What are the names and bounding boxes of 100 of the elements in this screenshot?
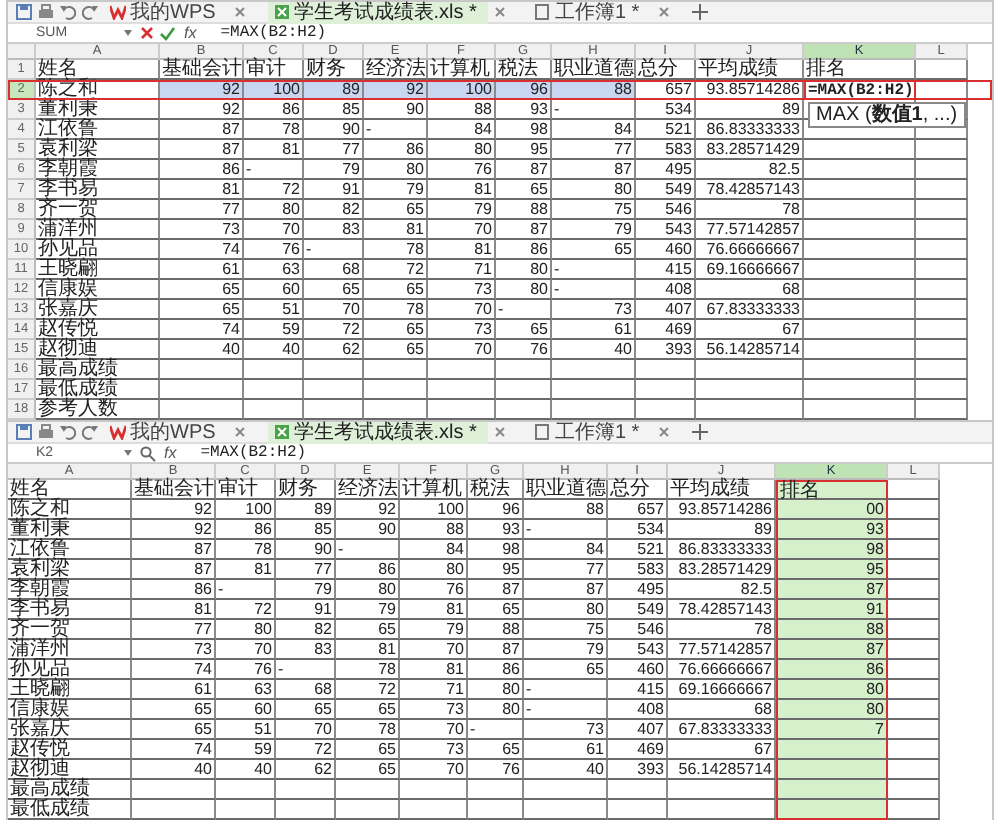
table-cell: 469 [636, 320, 696, 340]
check-icon[interactable] [160, 25, 176, 41]
table-cell: 70 [400, 640, 468, 660]
table-cell: 70 [400, 720, 468, 740]
plus-icon[interactable] [691, 4, 708, 20]
file-tab[interactable]: 我的WPS [104, 1, 228, 23]
function-button[interactable]: fx [164, 443, 177, 463]
table-cell: 00 [776, 500, 888, 520]
table-cell: - [552, 100, 636, 120]
table-cell: - [276, 660, 336, 680]
redo-icon[interactable] [82, 424, 98, 440]
print-icon[interactable] [38, 424, 54, 440]
table-cell: 78.42857143 [696, 180, 804, 200]
table-cell: 86 [160, 160, 244, 180]
undo-icon[interactable] [60, 4, 76, 20]
table-cell: - [524, 520, 608, 540]
close-icon[interactable] [233, 6, 246, 18]
table-cell: 80 [244, 200, 304, 220]
table-cell: 76 [244, 240, 304, 260]
file-tab[interactable]: 学生考试成绩表.xls * [267, 421, 489, 443]
plus-icon[interactable] [691, 424, 708, 440]
table-cell: 70 [244, 220, 304, 240]
search-icon[interactable] [140, 445, 156, 461]
table-cell: 583 [608, 560, 668, 580]
table-cell: 87 [468, 580, 524, 600]
table-cell: 59 [216, 740, 276, 760]
empty-cell [916, 260, 968, 280]
file-tab[interactable]: 工作簿1 * [528, 1, 652, 23]
table-cell: 81 [160, 180, 244, 200]
table-cell: 74 [160, 320, 244, 340]
empty-cell [132, 780, 216, 800]
save-icon[interactable] [16, 4, 32, 20]
column-title: 排名 [804, 60, 916, 80]
w-logo-icon[interactable] [110, 424, 126, 440]
table-cell: 98 [776, 540, 888, 560]
table-cell: 92 [160, 100, 244, 120]
cancel-icon[interactable] [140, 25, 154, 39]
table-cell: 91 [276, 600, 336, 620]
table-cell: 93 [468, 520, 524, 540]
table-cell: 100 [428, 80, 496, 100]
column-title: 职业道德 [524, 480, 608, 500]
table-cell: 86 [776, 660, 888, 680]
empty-cell [804, 360, 916, 380]
table-cell: 93 [776, 520, 888, 540]
table-cell: 543 [608, 640, 668, 660]
table-cell: 73 [524, 720, 608, 740]
print-icon[interactable] [38, 4, 54, 20]
table-cell: 96 [496, 80, 552, 100]
table-cell: 65 [336, 740, 400, 760]
table-cell: 408 [636, 280, 696, 300]
formula-input[interactable]: =MAX(B2:H2) [220, 23, 327, 43]
file-tab[interactable]: 学生考试成绩表.xls * [267, 1, 489, 23]
table-cell: 549 [636, 180, 696, 200]
table-cell: 87 [160, 140, 244, 160]
table-cell: 65 [496, 320, 552, 340]
empty-cell [276, 780, 336, 800]
table-cell: 61 [524, 740, 608, 760]
table-cell: 68 [276, 680, 336, 700]
table-cell: 100 [216, 500, 276, 520]
caret-icon[interactable] [124, 448, 132, 458]
table-cell: 521 [608, 540, 668, 560]
table-cell: 460 [636, 240, 696, 260]
table-cell: 65 [364, 320, 428, 340]
name-cell: 李书易 [36, 180, 160, 200]
save-icon[interactable] [16, 424, 32, 440]
table-cell: 67.83333333 [696, 300, 804, 320]
close-icon[interactable] [233, 426, 246, 438]
table-cell: 89 [696, 100, 804, 120]
table-cell: 76 [428, 160, 496, 180]
table-cell: - [304, 240, 364, 260]
table-cell: 79 [552, 220, 636, 240]
table-cell: 77 [524, 560, 608, 580]
table-cell: 80 [364, 160, 428, 180]
undo-icon[interactable] [60, 424, 76, 440]
caret-icon[interactable] [124, 28, 132, 38]
table-cell: 74 [160, 240, 244, 260]
table-cell: 98 [468, 540, 524, 560]
table-cell: 393 [608, 760, 668, 780]
table-cell: 73 [552, 300, 636, 320]
table-cell: 88 [524, 500, 608, 520]
close-icon[interactable] [494, 6, 507, 18]
w-logo-icon[interactable] [110, 4, 126, 20]
close-icon[interactable] [657, 426, 670, 438]
spreadsheet-icon[interactable] [273, 424, 290, 440]
table-cell: 68 [696, 280, 804, 300]
file-tab[interactable]: 工作簿1 * [528, 421, 652, 443]
table-cell: 65 [160, 280, 244, 300]
file-tab[interactable]: 我的WPS [104, 421, 228, 443]
close-icon[interactable] [657, 6, 670, 18]
table-cell: 78 [244, 120, 304, 140]
function-button[interactable]: fx [184, 23, 197, 43]
document-icon[interactable] [534, 424, 551, 440]
redo-icon[interactable] [82, 4, 98, 20]
table-cell: 51 [216, 720, 276, 740]
spreadsheet-icon[interactable] [273, 4, 290, 20]
empty-cell [916, 140, 968, 160]
empty-cell [552, 380, 636, 400]
formula-input[interactable]: =MAX(B2:H2) [200, 443, 307, 463]
document-icon[interactable] [534, 4, 551, 20]
close-icon[interactable] [494, 426, 507, 438]
